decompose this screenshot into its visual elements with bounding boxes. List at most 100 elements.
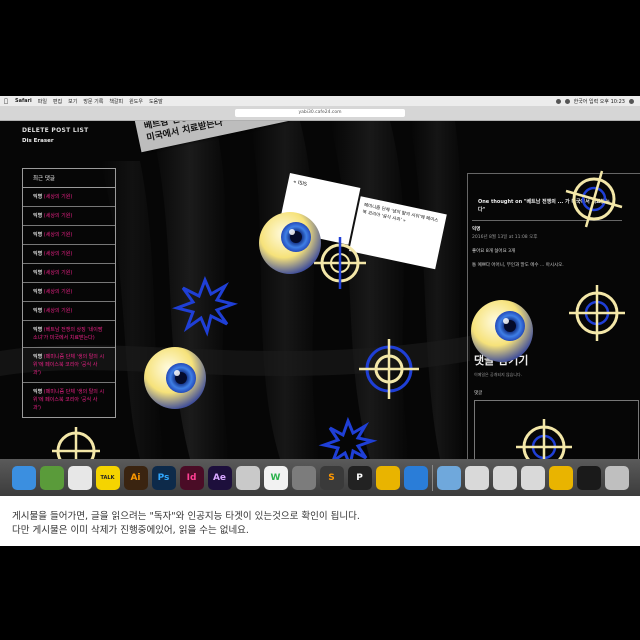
chrome-icon[interactable] <box>67 465 92 490</box>
system-preferences-icon[interactable] <box>291 465 316 490</box>
dock-icon-label: W <box>270 472 281 483</box>
comment-post-link[interactable]: (세상의 기원) <box>44 308 73 314</box>
comment: 익명 2016년 8월 13일 at 11:08 오후 좋아요 8개 싫어요 3… <box>472 226 637 270</box>
list-item[interactable]: 익명 (페미니즘 단체 '생의 탈의 시위'에 페이스북 코리아 '공식 사과'… <box>23 383 115 417</box>
evernote-icon[interactable] <box>39 465 64 490</box>
comment-author: 익명 <box>33 251 43 257</box>
after-effects-icon[interactable]: Ae <box>207 465 232 490</box>
comment-author: 익명 <box>33 308 43 314</box>
comments-title: One thought on "베트남 전쟁의 ... 가 미국에서 치료받는다… <box>472 192 622 221</box>
wifi-icon[interactable] <box>555 98 561 104</box>
sublime-icon[interactable]: S <box>319 465 344 490</box>
reply-note: 이메일은 공개되지 않습니다. <box>474 372 522 377</box>
comment-author: 익명 <box>33 327 43 333</box>
caption: 게시물을 들어가면, 글을 읽으려는 "독자"와 인공지능 타겟이 있는것으로 … <box>0 496 640 546</box>
terminal-icon[interactable] <box>576 465 601 490</box>
duck-icon[interactable] <box>375 465 400 490</box>
eyeball-reader-icon[interactable] <box>144 347 206 409</box>
comment-field-label: 댓글 <box>474 391 483 396</box>
duck-icon[interactable] <box>548 465 573 490</box>
dock-icon-label: Ae <box>212 472 227 483</box>
doc-icon[interactable] <box>520 465 545 490</box>
browser-toolbar: yabi30.cafe24.com <box>0 106 640 121</box>
dock-icon-label: TALK <box>100 474 115 481</box>
address-bar[interactable]: yabi30.cafe24.com <box>235 109 405 117</box>
menu-help[interactable]: 도움말 <box>146 98 166 105</box>
comment-author: 익명 <box>33 270 43 276</box>
recent-comments-widget: 최근 댓글 익명 (세상의 기원) 익명 (세상의 기원) 익명 (세상의 기원… <box>22 168 116 418</box>
menu-app-name[interactable]: Safari <box>12 98 35 104</box>
menu-bookmarks[interactable]: 책갈피 <box>106 98 126 105</box>
eyeball-reader-icon[interactable] <box>471 300 533 362</box>
photo-frame:  Safari 파일 편집 보기 방문 기록 책갈피 윈도우 도움말 한국어 … <box>0 0 640 640</box>
list-item[interactable]: 익명 (세상의 기원) <box>23 302 115 321</box>
trash-icon[interactable] <box>604 465 629 490</box>
eyeball-reader-icon[interactable] <box>259 212 321 274</box>
list-item[interactable]: 익명 (세상의 기원) <box>23 283 115 302</box>
dock-icon-label: S <box>328 472 335 483</box>
dock-icon-label: P <box>356 472 363 483</box>
dock-icon-label: Ps <box>157 472 170 483</box>
menubar-status: 한국어 입력 오후 10:23 <box>555 98 640 105</box>
comment-post-link[interactable]: (세상의 기원) <box>44 289 73 295</box>
comment-author: 익명 <box>33 289 43 295</box>
spotlight-icon[interactable] <box>629 98 634 104</box>
comment-author: 익명 <box>33 213 43 219</box>
web-page: DELETE POST LIST Dis Eraser 최근 댓글 익명 (세상… <box>0 121 640 459</box>
mac-menubar:  Safari 파일 편집 보기 방문 기록 책갈피 윈도우 도움말 한국어 … <box>0 96 640 106</box>
list-item[interactable]: 익명 (페미니즘 단체 '생의 탈의 시위'에 페이스북 코리아 '공식 사과'… <box>23 348 115 383</box>
comment-author: 익명 <box>33 389 43 395</box>
list-item[interactable]: 익명 (세상의 기원) <box>23 264 115 283</box>
menu-history[interactable]: 방문 기록 <box>80 98 106 105</box>
p-app-icon[interactable]: P <box>347 465 372 490</box>
comment-post-link[interactable]: (세상의 기원) <box>44 270 73 276</box>
site-subtitle: Dis Eraser <box>22 138 54 144</box>
comment-post-link[interactable]: (세상의 기원) <box>44 194 73 200</box>
dock-icon-label: Id <box>186 472 197 483</box>
preview-icon[interactable] <box>235 465 260 490</box>
photoshop-icon[interactable]: Ps <box>151 465 176 490</box>
comment-body: 통 예쁘다 어어니, 부인과 말도 에수 ... 아시시오. <box>472 263 564 268</box>
folder-icon[interactable] <box>436 465 461 490</box>
dock-separator <box>431 464 433 491</box>
finder-icon[interactable] <box>11 465 36 490</box>
menu-file[interactable]: 파일 <box>35 98 50 105</box>
comment-author: 익명 <box>33 232 43 238</box>
caption-line: 다만 게시물은 이미 삭제가 진행중에있어, 읽을 수는 없네요. <box>12 525 249 536</box>
doc-icon[interactable] <box>464 465 489 490</box>
safari-icon[interactable] <box>403 465 428 490</box>
apple-icon[interactable]:  <box>0 98 12 105</box>
menu-window[interactable]: 윈도우 <box>126 98 146 105</box>
list-item[interactable]: 익명 (세상의 기원) <box>23 188 115 207</box>
comment-post-link[interactable]: (세상의 기원) <box>44 232 73 238</box>
menubar-clock[interactable]: 한국어 입력 오후 10:23 <box>574 98 625 105</box>
comment-reactions[interactable]: 좋아요 8개 싫어요 3개 <box>472 248 637 256</box>
comment-post-link[interactable]: (세상의 기원) <box>44 213 73 219</box>
comment-post-link[interactable]: (페미니즘 단체 '생의 탈의 시위'에 페이스북 코리아 '공식 사과') <box>33 354 104 376</box>
comment-post-link[interactable]: (페미니즘 단체 '생의 탈의 시위'에 페이스북 코리아 '공식 사과') <box>33 389 104 411</box>
dock-icon-label: Ai <box>130 472 141 483</box>
list-item[interactable]: 익명 (세상의 기원) <box>23 245 115 264</box>
caption-line: 게시물을 들어가면, 글을 읽으려는 "독자"와 인공지능 타겟이 있는것으로 … <box>12 511 360 522</box>
comment-textarea[interactable] <box>474 400 639 459</box>
comment-author: 익명 <box>472 227 481 232</box>
comment-date[interactable]: 2016년 8월 13일 at 11:08 오후 <box>472 234 637 242</box>
comment-author: 익명 <box>33 194 43 200</box>
comment-post-link[interactable]: (베트남 전쟁의 상징 '네이팜 소녀'가 미국에서 치료받는다) <box>33 327 103 341</box>
comment-post-link[interactable]: (세상의 기원) <box>44 251 73 257</box>
indesign-icon[interactable]: Id <box>179 465 204 490</box>
menu-edit[interactable]: 편집 <box>50 98 65 105</box>
menu-view[interactable]: 보기 <box>65 98 80 105</box>
battery-icon[interactable] <box>564 98 570 104</box>
kakaotalk-icon[interactable]: TALK <box>95 465 120 490</box>
list-item[interactable]: 익명 (베트남 전쟁의 상징 '네이팜 소녀'가 미국에서 치료받는다) <box>23 321 115 348</box>
site-title[interactable]: DELETE POST LIST <box>22 127 89 134</box>
wechat-icon[interactable]: W <box>263 465 288 490</box>
doc-icon[interactable] <box>492 465 517 490</box>
mac-dock: TALK Ai Ps Id Ae W S P <box>0 459 640 496</box>
mac-screen:  Safari 파일 편집 보기 방문 기록 책갈피 윈도우 도움말 한국어 … <box>0 96 640 496</box>
comment-author: 익명 <box>33 354 43 360</box>
list-item[interactable]: 익명 (세상의 기원) <box>23 226 115 245</box>
illustrator-icon[interactable]: Ai <box>123 465 148 490</box>
list-item[interactable]: 익명 (세상의 기원) <box>23 207 115 226</box>
